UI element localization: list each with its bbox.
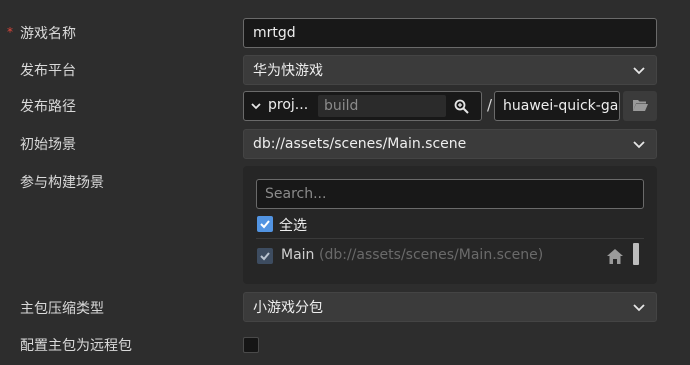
compression-select[interactable]: 小游戏分包	[243, 292, 657, 322]
remote-main-checkbox[interactable]	[243, 337, 259, 353]
check-icon	[260, 220, 270, 229]
chevron-down-icon	[633, 141, 645, 149]
path-separator: /	[487, 96, 493, 114]
home-icon[interactable]	[606, 248, 624, 265]
chevron-down-icon	[633, 67, 645, 75]
compression-label: 主包压缩类型	[20, 301, 104, 317]
build-path-label: 发布路径	[20, 99, 76, 115]
open-folder-button[interactable]	[623, 91, 657, 121]
search-icon[interactable]	[454, 99, 469, 114]
start-scene-label: 初始场景	[20, 137, 76, 153]
scene-search-input[interactable]: Search...	[256, 179, 644, 209]
chevron-down-icon	[633, 304, 645, 312]
build-scenes-panel: Search... 全选 Main (db://assets/scenes/Ma…	[243, 166, 657, 284]
build-path-row: proj... build / huawei-quick-game	[243, 91, 657, 121]
platform-select[interactable]: 华为快游戏	[243, 55, 657, 85]
start-scene-select[interactable]: db://assets/scenes/Main.scene	[243, 129, 657, 159]
start-scene-value: db://assets/scenes/Main.scene	[253, 136, 467, 152]
platform-label: 发布平台	[20, 63, 76, 79]
divider	[256, 238, 644, 239]
game-name-label: 游戏名称	[20, 26, 76, 42]
compression-value: 小游戏分包	[253, 300, 323, 316]
select-all-checkbox[interactable]	[257, 216, 273, 232]
game-name-value: mrtgd	[253, 25, 296, 41]
build-path-prefix-select[interactable]: proj... build	[243, 91, 482, 121]
build-path-prefix: proj...	[268, 97, 309, 113]
build-folder-input[interactable]: huawei-quick-game	[494, 91, 620, 121]
scene-name: Main	[281, 247, 315, 263]
platform-value: 华为快游戏	[253, 63, 323, 79]
check-icon	[260, 252, 270, 261]
folder-icon	[633, 100, 648, 111]
scrollbar[interactable]	[633, 243, 639, 265]
scene-checkbox-main[interactable]	[257, 248, 273, 264]
select-all-label: 全选	[279, 218, 307, 234]
required-mark: *	[7, 25, 13, 39]
game-name-input[interactable]: mrtgd	[243, 18, 657, 48]
remote-main-label: 配置主包为远程包	[20, 338, 132, 354]
chevron-down-icon	[251, 103, 261, 110]
scene-path: (db://assets/scenes/Main.scene)	[319, 247, 544, 263]
build-scenes-label: 参与构建场景	[20, 175, 104, 191]
build-dir-input[interactable]: build	[318, 95, 446, 117]
